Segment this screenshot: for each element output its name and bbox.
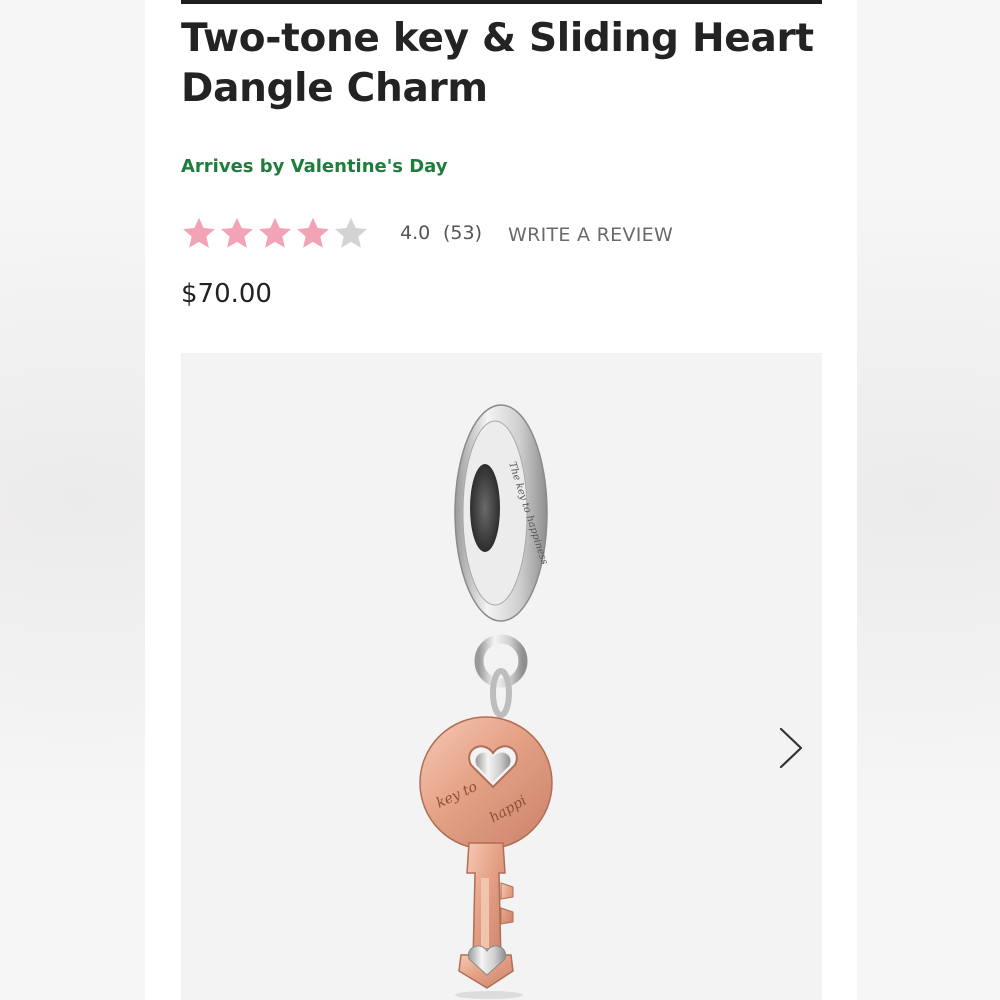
product-title: Two-tone key & Sliding Heart Dangle Char… <box>181 16 814 111</box>
rating-value: 4.0 <box>400 222 431 244</box>
star-icon <box>183 217 215 248</box>
product-image-gallery[interactable]: The key to happiness key to happi <box>181 353 822 1000</box>
rating-row: 4.0 (53) WRITE A REVIEW <box>181 212 821 256</box>
product-detail-panel: Two-tone key & Sliding Heart Dangle Char… <box>145 0 857 1000</box>
arrival-note: Arrives by Valentine's Day <box>181 156 448 177</box>
header-divider <box>181 0 822 4</box>
product-price: $70.00 <box>181 279 272 309</box>
review-count-link[interactable]: (53) <box>443 222 482 244</box>
product-image: The key to happiness key to happi <box>419 404 553 999</box>
chevron-right-icon[interactable] <box>771 723 811 773</box>
star-empty-icon <box>335 217 367 248</box>
write-review-link[interactable]: WRITE A REVIEW <box>508 224 673 246</box>
star-icon <box>221 217 253 248</box>
star-icon <box>259 217 291 248</box>
star-icon <box>297 217 329 248</box>
